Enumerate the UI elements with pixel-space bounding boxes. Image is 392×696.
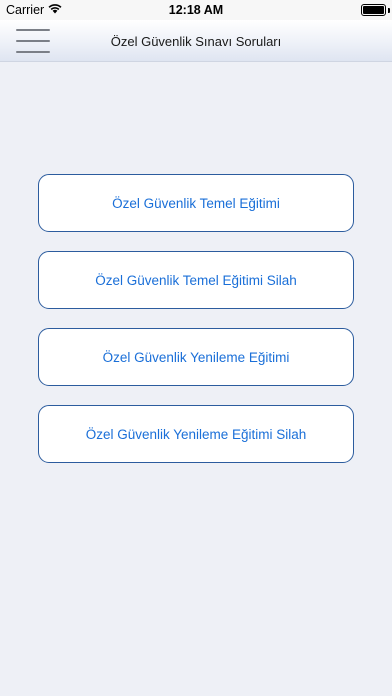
- page-title: Özel Güvenlik Sınavı Soruları: [110, 34, 282, 49]
- yenileme-egitimi-button[interactable]: Özel Güvenlik Yenileme Eğitimi: [38, 328, 354, 386]
- menu-line: [16, 29, 50, 31]
- status-time: 12:18 AM: [168, 3, 224, 17]
- menu-list: Özel Güvenlik Temel Eğitimi Özel Güvenli…: [38, 174, 354, 482]
- temel-egitimi-silah-button[interactable]: Özel Güvenlik Temel Eğitimi Silah: [38, 251, 354, 309]
- navigation-bar: Özel Güvenlik Sınavı Soruları: [0, 20, 392, 62]
- status-bar: Carrier 12:18 AM: [0, 0, 392, 20]
- menu-line: [16, 51, 50, 53]
- temel-egitimi-button[interactable]: Özel Güvenlik Temel Eğitimi: [38, 174, 354, 232]
- battery-fill: [363, 6, 384, 14]
- battery-cap: [388, 8, 390, 13]
- yenileme-egitimi-silah-button[interactable]: Özel Güvenlik Yenileme Eğitimi Silah: [38, 405, 354, 463]
- battery-icon: [361, 4, 386, 16]
